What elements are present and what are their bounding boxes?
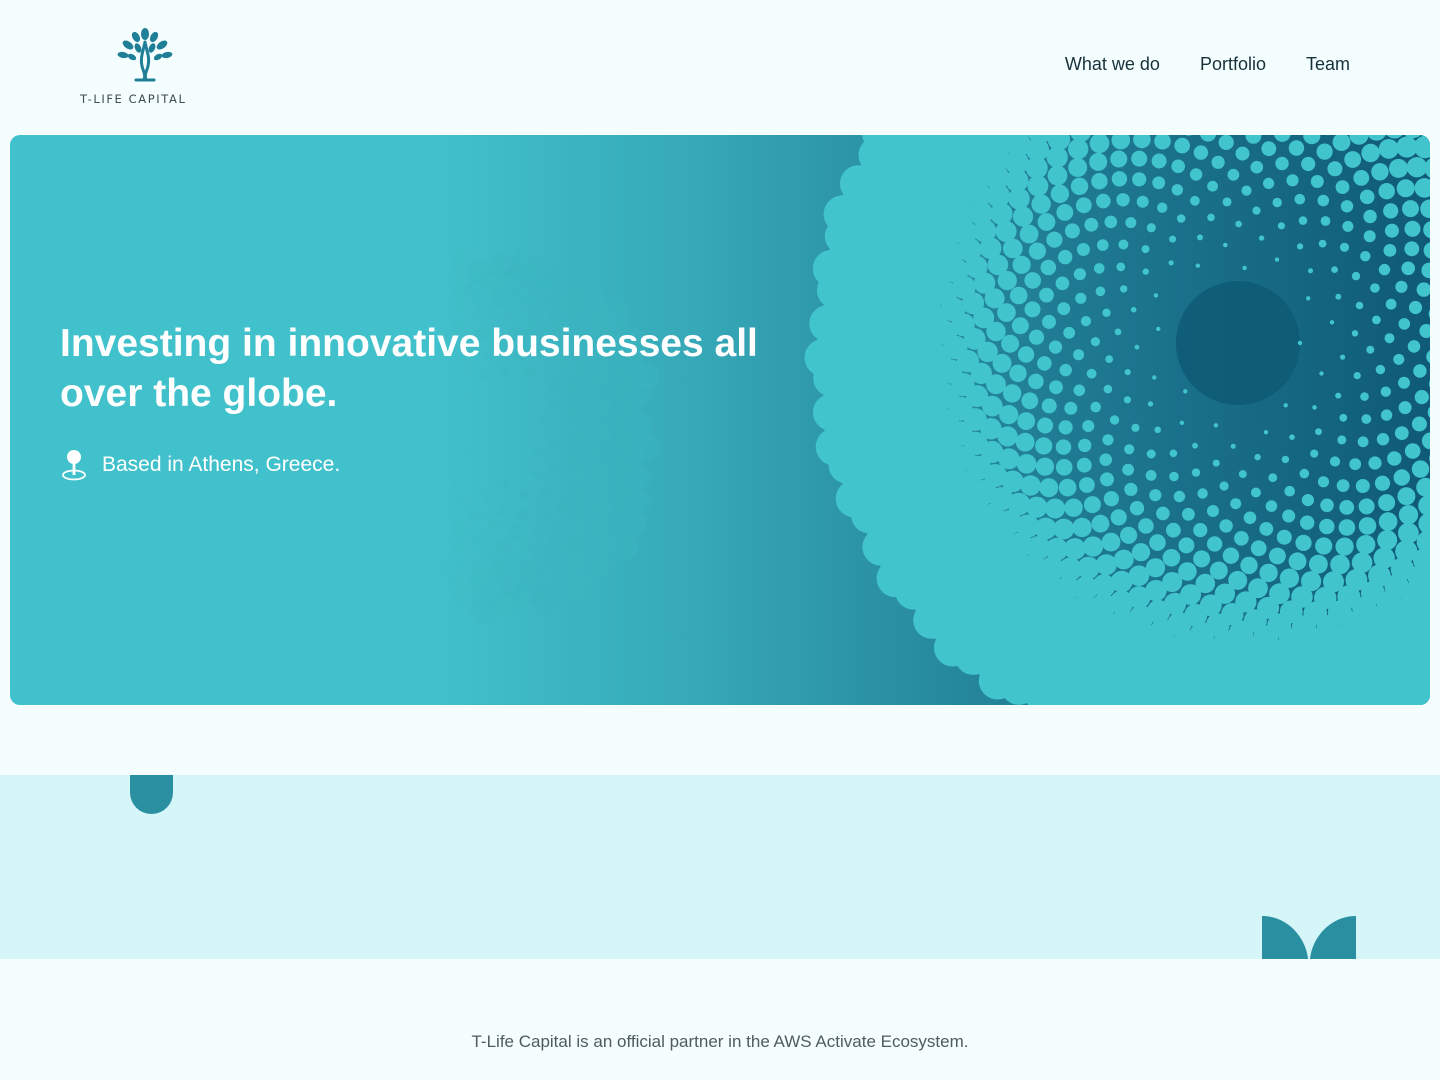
main-nav: What we do Portfolio Team bbox=[1065, 54, 1350, 75]
decorative-band bbox=[0, 775, 1440, 959]
hero-location: Based in Athens, Greece. bbox=[60, 449, 340, 481]
nav-link-portfolio[interactable]: Portfolio bbox=[1200, 54, 1266, 75]
nav-link-what-we-do[interactable]: What we do bbox=[1065, 54, 1160, 75]
decorative-tab-shape bbox=[130, 775, 173, 814]
logo-wordmark: T-LIFE CAPITAL bbox=[80, 92, 187, 106]
hero-banner: Investing in innovative businesses all o… bbox=[10, 135, 1430, 705]
tree-icon bbox=[117, 28, 173, 82]
location-pin-icon bbox=[62, 450, 86, 481]
hero-title: Investing in innovative businesses all o… bbox=[60, 322, 758, 415]
decorative-leaf-shape bbox=[1262, 916, 1356, 959]
location-text: Based in Athens, Greece. bbox=[102, 453, 341, 476]
dot-pattern-art bbox=[440, 135, 1430, 705]
nav-link-team[interactable]: Team bbox=[1306, 54, 1350, 75]
partner-statement: T-Life Capital is an official partner in… bbox=[471, 1032, 969, 1051]
logo-link[interactable]: T-LIFE CAPITAL bbox=[80, 28, 210, 110]
site-header: T-LIFE CAPITAL What we do Portfolio Team bbox=[0, 0, 1440, 135]
